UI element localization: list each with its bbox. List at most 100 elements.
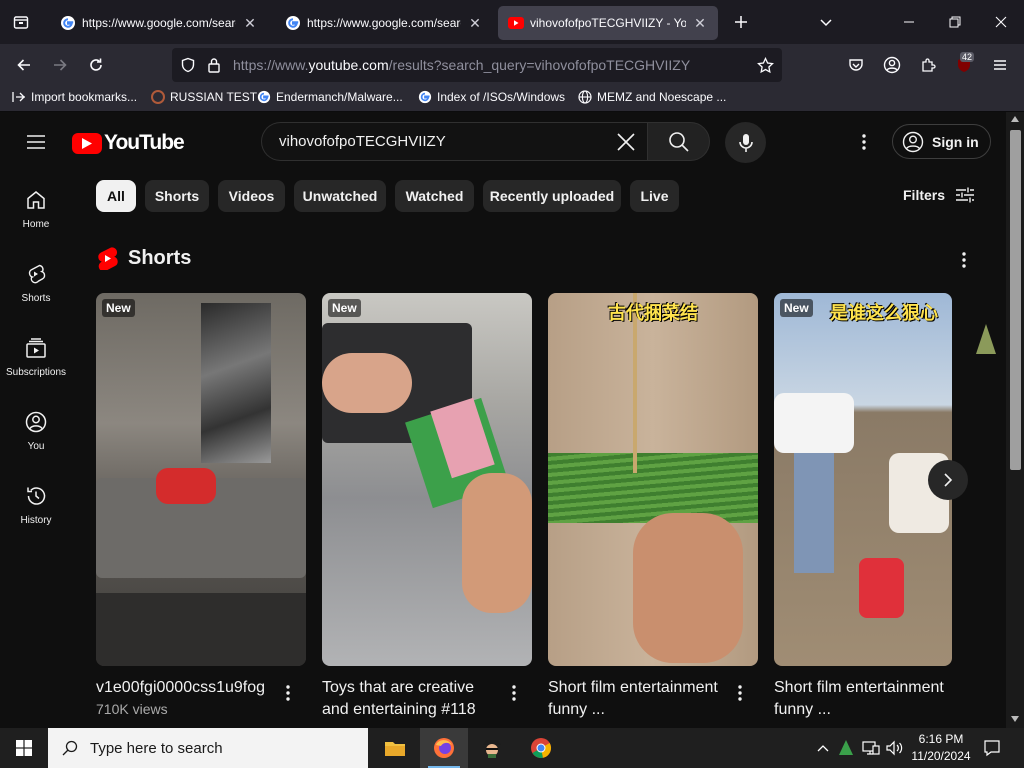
shelf-next-button[interactable] [928,460,968,500]
short-card[interactable]: New v1e00fgi0000css1u9fog 710K views [96,293,306,717]
close-tab-icon[interactable]: ✕ [242,15,258,32]
short-menu-button[interactable] [732,681,748,705]
close-tab-icon[interactable]: ✕ [467,15,483,32]
reload-icon [90,58,102,71]
address-bar[interactable]: https://www.youtube.com/results?search_q… [172,48,782,82]
bookmark-label: MEMZ and Noescape ... [597,90,727,104]
account-button[interactable] [876,49,908,81]
sidebar-item-shorts[interactable]: Shorts [0,262,72,332]
settings-more-button[interactable] [852,130,876,154]
firefox-view-button[interactable] [0,0,42,44]
short-title[interactable]: Short film entertainment funny ... [774,677,952,721]
browser-tab-3[interactable]: vihovofofpoTECGHVIIZY - YouTube ✕ [498,6,718,40]
short-thumbnail[interactable]: New 是谁这么狠心 [774,293,952,666]
new-tab-button[interactable] [718,0,764,44]
scroll-up-icon[interactable] [1011,116,1019,122]
search-query[interactable]: vihovofofpoTECGHVIIZY [279,133,446,150]
partial-thumbnail-icon [976,324,996,354]
short-title[interactable]: Toys that are creative and entertaining … [322,677,500,721]
more-vert-icon [286,685,290,701]
chip-shorts[interactable]: Shorts [145,180,209,212]
chevron-up-icon [817,745,829,752]
shorts-icon [28,264,46,284]
browser-tab-2[interactable]: https://www.google.com/search ✕ [275,6,493,40]
close-tab-icon[interactable]: ✕ [692,15,708,32]
chip-unwatched[interactable]: Unwatched [294,180,386,212]
sidebar-item-subscriptions[interactable]: Subscriptions [0,336,72,406]
bookmark-isos[interactable]: Index of /ISOs/Windows [418,90,565,104]
bookmark-star-icon[interactable] [757,57,774,74]
short-card[interactable]: New 是谁这么狠心 Short film entertainment funn… [774,293,952,723]
new-badge: New [102,299,135,317]
youtube-play-icon [72,132,102,154]
guide-menu-icon[interactable] [24,130,48,154]
chip-live[interactable]: Live [630,180,679,212]
network-button[interactable] [860,728,882,768]
url-text[interactable]: https://www.youtube.com/results?search_q… [233,57,690,73]
taskbar-search-input[interactable]: Type here to search [48,728,368,768]
short-thumbnail[interactable]: New [322,293,532,666]
short-card[interactable]: 古代捆菜结 Short film entertainment funny ... [548,293,758,723]
action-center-button[interactable] [980,728,1004,768]
short-card[interactable]: New Toys that are creative and entertain… [322,293,532,723]
chip-watched[interactable]: Watched [395,180,474,212]
taskbar-file-explorer[interactable] [371,728,419,768]
close-window-button[interactable] [978,0,1024,44]
restore-button[interactable] [932,0,978,44]
shorts-menu-button[interactable] [952,248,976,272]
taskbar-firefox[interactable] [420,728,468,768]
short-menu-button[interactable] [280,681,296,705]
pocket-button[interactable] [840,49,872,81]
bookmark-endermanch[interactable]: Endermanch/Malware... [257,90,403,104]
ublock-extension-button[interactable]: 42 [948,49,980,81]
youtube-logo[interactable]: YouTube [72,131,185,155]
minimize-button[interactable] [886,0,932,44]
reload-button[interactable] [80,49,112,81]
sidebar-item-home[interactable]: Home [0,188,72,258]
scrollbar-thumb[interactable] [1010,130,1021,470]
chrome-icon [531,738,552,758]
taskbar-clock[interactable]: 6:16 PM 11/20/2024 [906,731,976,765]
browser-tab-1[interactable]: https://www.google.com/search ✕ [50,6,268,40]
voice-search-button[interactable] [725,122,766,163]
sign-in-button[interactable]: Sign in [892,124,991,159]
taskbar-app-pirate[interactable] [468,728,516,768]
site-icon [151,90,165,104]
plus-icon [735,16,747,28]
scroll-down-icon[interactable] [1011,716,1019,722]
list-all-tabs-button[interactable] [803,0,849,44]
extensions-button[interactable] [912,49,944,81]
show-hidden-icons-button[interactable] [814,728,832,768]
chip-recently-uploaded[interactable]: Recently uploaded [483,180,621,212]
sidebar-item-history[interactable]: History [0,484,72,554]
chevron-down-icon [820,19,832,27]
clear-search-icon[interactable] [615,131,637,153]
search-icon [668,131,689,152]
taskbar-chrome[interactable] [517,728,565,768]
short-thumbnail[interactable]: 古代捆菜结 [548,293,758,666]
short-title[interactable]: Short film entertainment funny ... [548,677,726,721]
search-button[interactable] [647,122,710,161]
bookmark-import[interactable]: Import bookmarks... [12,90,137,104]
pirate-app-icon [483,740,501,758]
start-button[interactable] [0,728,48,768]
chip-all[interactable]: All [96,180,136,212]
bookmark-memz[interactable]: MEMZ and Noescape ... [578,90,726,104]
url-prefix: https://www. [233,57,309,73]
search-input[interactable]: vihovofofpoTECGHVIIZY [261,122,647,161]
sidebar-item-you[interactable]: You [0,410,72,480]
short-title[interactable]: v1e00fgi0000css1u9fog [96,677,274,699]
page-scrollbar[interactable] [1006,112,1024,728]
notification-icon [984,740,1000,757]
puzzle-icon [922,58,936,72]
volume-button[interactable] [884,728,906,768]
chip-videos[interactable]: Videos [218,180,285,212]
forward-button[interactable] [44,49,76,81]
back-button[interactable] [8,49,40,81]
short-menu-button[interactable] [506,681,522,705]
filters-button[interactable]: Filters [903,186,975,204]
app-menu-button[interactable] [984,49,1016,81]
short-thumbnail[interactable]: New [96,293,306,666]
bookmark-russian-test[interactable]: RUSSIAN TEST [151,90,257,104]
tray-app-icon[interactable] [836,728,856,768]
